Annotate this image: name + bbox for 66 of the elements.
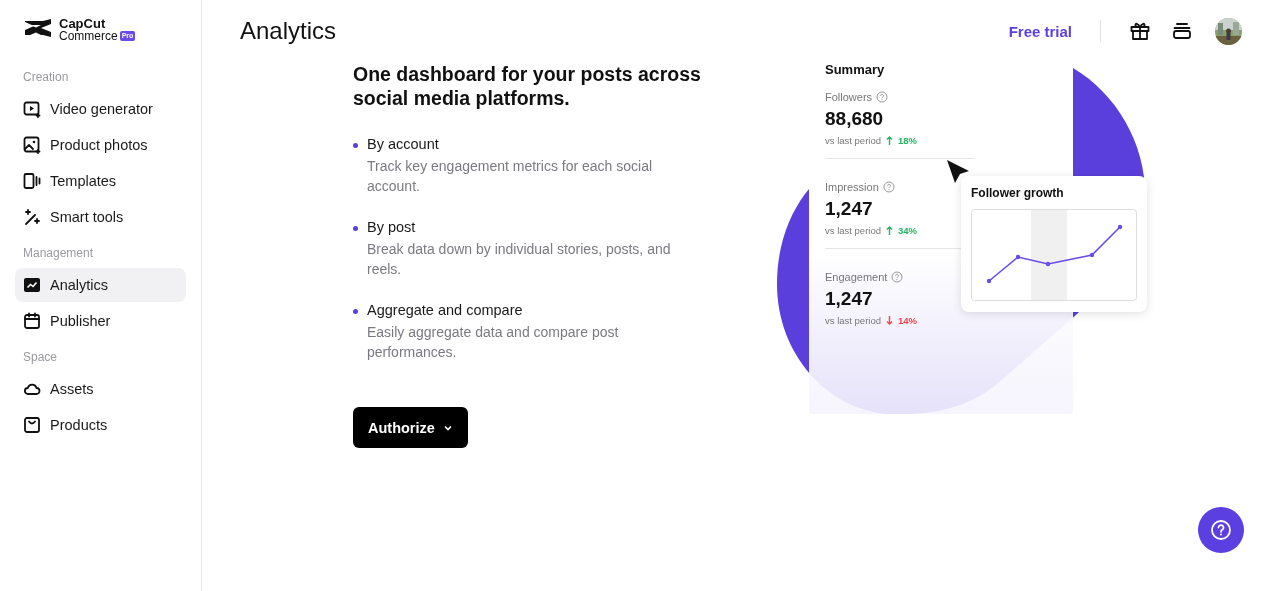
change-percent: 34% — [898, 225, 917, 236]
sidebar-item[interactable]: Product photos — [15, 128, 186, 162]
feature-title: By account — [367, 136, 440, 152]
section-title: Management — [22, 245, 95, 262]
arrow-down-icon — [886, 316, 893, 325]
metric-value: 88,680 — [825, 108, 885, 130]
sidebar-item[interactable]: Templates — [15, 164, 186, 198]
chart-icon — [23, 276, 41, 294]
sidebar-item[interactable]: Analytics — [15, 268, 186, 302]
metric-label: Followers — [825, 91, 873, 103]
help-icon — [1210, 519, 1232, 541]
arrow-up-icon — [886, 136, 893, 145]
feature-title: Aggregate and compare — [367, 302, 524, 318]
sidebar-label: Publisher — [50, 313, 111, 329]
feature-description: Track key engagement metrics for each social account. — [367, 157, 654, 196]
section-title: Creation — [22, 69, 70, 86]
sidebar-item[interactable]: Smart tools — [15, 200, 186, 234]
sidebar-label: Templates — [50, 173, 117, 189]
metric-value: 1,247 — [825, 198, 874, 220]
feature-description: Break data down by individual stories, posts, and reels. — [367, 240, 672, 279]
bullet-icon — [353, 226, 358, 231]
change-percent: 14% — [898, 315, 917, 326]
help-icon — [882, 181, 895, 193]
metric-label: Engagement — [825, 271, 888, 283]
bullet-icon — [353, 309, 358, 314]
sidebar-item[interactable]: Products — [15, 408, 186, 442]
brand-name: CapCut — [59, 18, 106, 30]
comparison-label: vs last period — [825, 315, 881, 326]
bullet-icon — [353, 143, 358, 148]
comparison-label: vs last period — [825, 135, 881, 146]
card-title: Follower growth — [971, 186, 1065, 200]
sidebar-label: Product photos — [50, 137, 148, 153]
sidebar-label: Video generator — [50, 101, 153, 117]
sidebar-item[interactable]: Publisher — [15, 304, 186, 338]
template-icon — [23, 172, 41, 190]
headline: One dashboard for your posts across social media platforms. — [353, 62, 702, 110]
change-percent: 18% — [898, 135, 917, 146]
sidebar-label: Products — [50, 417, 108, 433]
avatar[interactable] — [1215, 17, 1242, 45]
calendar-icon — [23, 312, 41, 330]
section-title: Space — [22, 349, 59, 366]
sidebar-item[interactable]: Video generator — [15, 92, 186, 126]
package-icon — [23, 416, 41, 434]
help-button[interactable] — [1198, 507, 1244, 553]
feature-description: Easily aggregate data and compare post performances. — [367, 323, 620, 362]
help-icon — [876, 91, 889, 103]
magic-wand-icon — [23, 208, 41, 226]
help-icon — [891, 271, 904, 283]
page-title: Analytics — [240, 17, 338, 45]
metric-value: 1,247 — [825, 288, 874, 310]
free-trial-link[interactable]: Free trial — [1008, 20, 1101, 42]
authorize-button[interactable]: Authorize — [353, 407, 468, 448]
image-icon — [23, 136, 41, 154]
arrow-up-icon — [886, 226, 893, 235]
brand-name: Commerce — [59, 30, 118, 42]
metric-label: Impression — [825, 181, 879, 193]
gift-icon — [1129, 20, 1151, 42]
sidebar-label: Analytics — [50, 277, 109, 293]
tray-icon — [1171, 20, 1193, 42]
sidebar-item[interactable]: Assets — [15, 372, 186, 406]
comparison-label: vs last period — [825, 225, 881, 236]
feature-title: By post — [367, 219, 417, 235]
card-title: Summary — [825, 62, 886, 77]
sidebar-label: Assets — [50, 381, 94, 397]
video-icon — [23, 100, 41, 118]
sidebar-label: Smart tools — [50, 209, 124, 225]
